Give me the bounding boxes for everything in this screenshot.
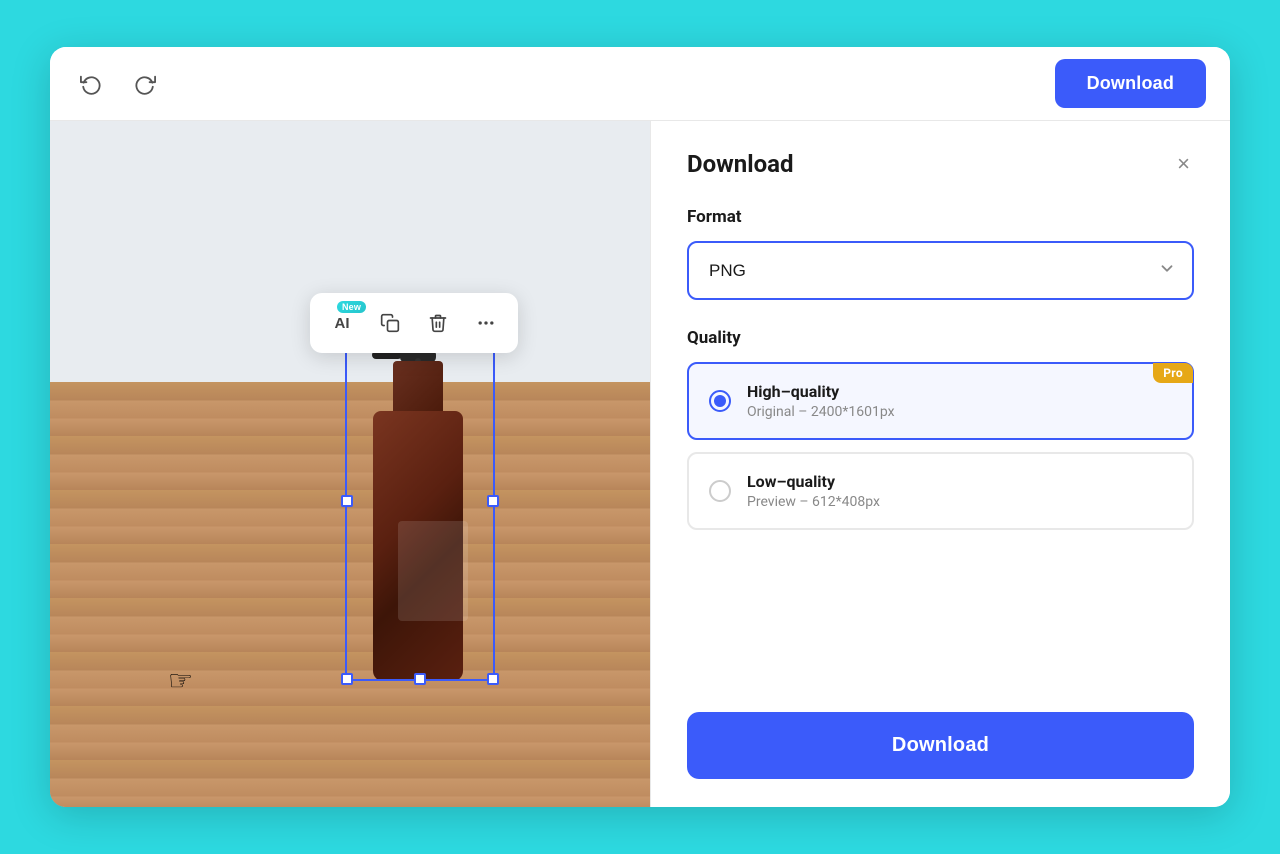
quality-desc-high: Original – 2400*1601px bbox=[747, 404, 1172, 420]
quality-options: High–quality Original – 2400*1601px Pro … bbox=[687, 362, 1194, 530]
handle-bottom-right[interactable] bbox=[487, 673, 499, 685]
quality-label: Quality bbox=[687, 328, 1194, 348]
quality-desc-low: Preview – 612*408px bbox=[747, 494, 1172, 510]
panel-header: Download × bbox=[687, 149, 1194, 179]
copy-button[interactable] bbox=[368, 301, 412, 345]
quality-info-low: Low–quality Preview – 612*408px bbox=[747, 472, 1172, 510]
download-panel: Download × Format PNG JPG SVG PDF WebP bbox=[650, 121, 1230, 807]
handle-middle-right[interactable] bbox=[487, 495, 499, 507]
selection-box bbox=[345, 321, 495, 681]
pro-badge: Pro bbox=[1153, 363, 1193, 383]
radio-dot-high bbox=[714, 395, 726, 407]
redo-button[interactable] bbox=[128, 67, 162, 101]
quality-name-high: High–quality bbox=[747, 382, 1172, 401]
toolbar: Download bbox=[50, 47, 1230, 121]
undo-button[interactable] bbox=[74, 67, 108, 101]
handle-bottom-middle[interactable] bbox=[414, 673, 426, 685]
panel-download-button[interactable]: Download bbox=[687, 712, 1194, 779]
context-toolbar: AI New bbox=[310, 293, 518, 353]
format-select[interactable]: PNG JPG SVG PDF WebP bbox=[687, 241, 1194, 300]
new-badge: New bbox=[337, 301, 366, 313]
ai-tool-button[interactable]: AI New bbox=[320, 301, 364, 345]
quality-info-high: High–quality Original – 2400*1601px bbox=[747, 382, 1172, 420]
toolbar-left bbox=[74, 67, 162, 101]
format-label: Format bbox=[687, 207, 1194, 227]
quality-name-low: Low–quality bbox=[747, 472, 1172, 491]
close-button[interactable]: × bbox=[1173, 149, 1194, 179]
more-options-button[interactable] bbox=[464, 301, 508, 345]
canvas-area: AI New bbox=[50, 121, 650, 807]
app-window: Download bbox=[50, 47, 1230, 807]
quality-option-high[interactable]: High–quality Original – 2400*1601px Pro bbox=[687, 362, 1194, 440]
format-select-wrapper: PNG JPG SVG PDF WebP bbox=[687, 241, 1194, 300]
quality-option-low[interactable]: Low–quality Preview – 612*408px bbox=[687, 452, 1194, 530]
handle-middle-left[interactable] bbox=[341, 495, 353, 507]
delete-button[interactable] bbox=[416, 301, 460, 345]
main-content: AI New bbox=[50, 121, 1230, 807]
ai-icon: AI bbox=[335, 315, 350, 332]
handle-bottom-left[interactable] bbox=[341, 673, 353, 685]
radio-low bbox=[709, 480, 731, 502]
radio-high bbox=[709, 390, 731, 412]
panel-title: Download bbox=[687, 150, 793, 178]
header-download-button[interactable]: Download bbox=[1055, 59, 1206, 108]
